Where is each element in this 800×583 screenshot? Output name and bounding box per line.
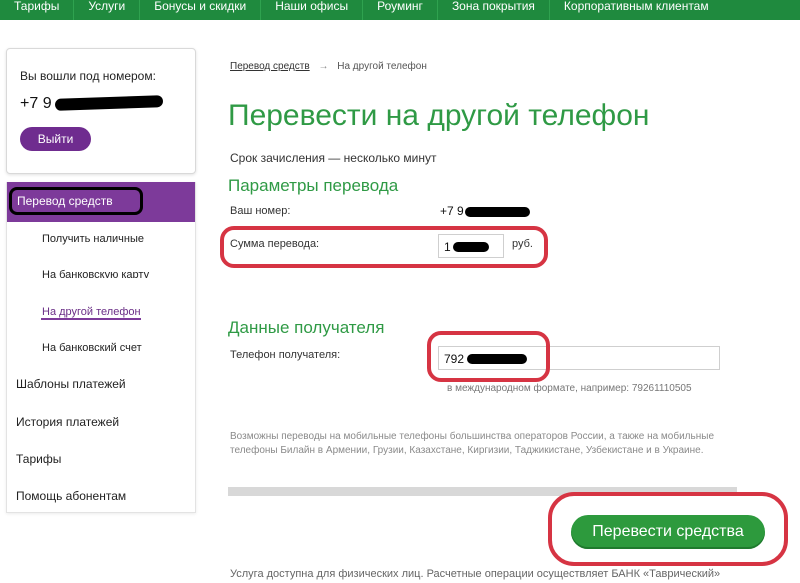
amount-value: 1: [444, 240, 451, 254]
recipient-phone-label: Телефон получателя:: [230, 349, 341, 361]
nav-coverage[interactable]: Зона покрытия: [438, 0, 550, 20]
redaction-mark: [465, 207, 530, 217]
amount-label: Сумма перевода:: [230, 238, 320, 250]
login-label: Вы вошли под номером:: [20, 69, 156, 83]
annotation-circle: [427, 331, 550, 382]
amount-input[interactable]: 1: [438, 234, 504, 258]
sidebar-item-transfer[interactable]: Перевод средств: [7, 182, 195, 222]
submenu-active-underline: [41, 318, 141, 320]
submenu-bank-account[interactable]: На банковский счет: [42, 342, 142, 354]
redaction-mark: [54, 95, 164, 111]
submit-transfer-button[interactable]: Перевести средства: [571, 515, 765, 549]
your-number-value: +7 9: [440, 204, 464, 218]
page-title: Перевести на другой телефон: [228, 99, 650, 132]
submenu-cash[interactable]: Получить наличные: [42, 233, 144, 245]
currency-label: руб.: [512, 238, 533, 250]
sidebar-item-history[interactable]: История платежей: [16, 415, 119, 429]
nav-tariffs[interactable]: Тарифы: [0, 0, 75, 20]
footer-text: Услуга доступна для физических лиц. Расч…: [230, 568, 721, 580]
sidebar: Перевод средств Получить наличные На бан…: [6, 182, 196, 513]
submenu-other-phone[interactable]: На другой телефон: [42, 306, 141, 318]
login-phone: +7 9: [20, 95, 52, 112]
nav-roaming[interactable]: Роуминг: [363, 0, 438, 20]
logout-button[interactable]: Выйти: [20, 127, 91, 151]
sidebar-item-help[interactable]: Помощь абонентам: [16, 489, 126, 503]
breadcrumb-current: На другой телефон: [337, 61, 427, 72]
phone-format-hint: в международном формате, например: 79261…: [447, 383, 692, 394]
nav-offices[interactable]: Наши офисы: [261, 0, 364, 20]
operators-note: Возможны переводы на мобильные телефоны …: [230, 431, 714, 456]
nav-services[interactable]: Услуги: [74, 0, 141, 20]
sidebar-item-templates[interactable]: Шаблоны платежей: [16, 377, 126, 391]
page-subtitle: Срок зачисления — несколько минут: [230, 151, 437, 165]
breadcrumb: Перевод средств → На другой телефон: [230, 61, 427, 72]
params-section-title: Параметры перевода: [228, 176, 399, 195]
breadcrumb-arrow: →: [318, 61, 329, 72]
nav-bonuses[interactable]: Бонусы и скидки: [140, 0, 262, 20]
top-navigation: Тарифы Услуги Бонусы и скидки Наши офисы…: [0, 0, 800, 20]
sidebar-item-tariffs[interactable]: Тарифы: [16, 452, 61, 466]
recipient-section-title: Данные получателя: [228, 318, 385, 337]
breadcrumb-link[interactable]: Перевод средств: [230, 61, 310, 72]
login-box: Вы вошли под номером: +7 9 Выйти: [6, 48, 196, 174]
redaction-mark: [453, 242, 489, 252]
sidebar-item-label: Перевод средств: [17, 194, 113, 208]
your-number-label: Ваш номер:: [230, 205, 291, 217]
nav-corporate[interactable]: Корпоративным клиентам: [550, 0, 723, 20]
